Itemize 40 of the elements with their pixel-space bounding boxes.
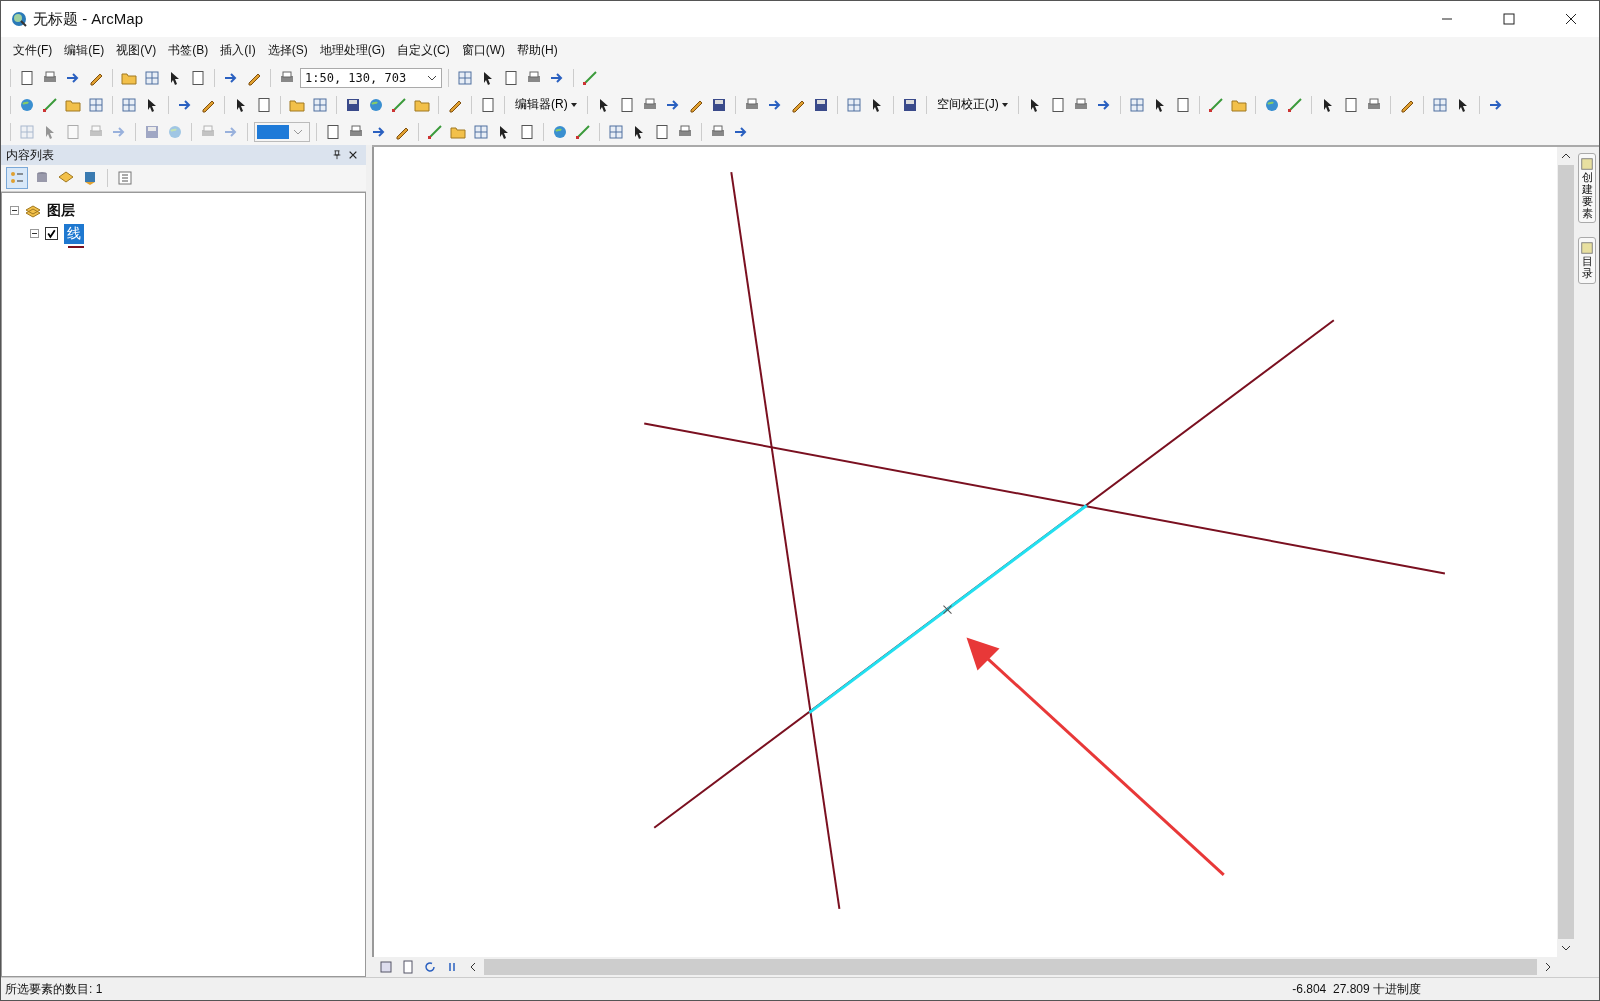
scrollbar-thumb[interactable] [1558,165,1574,939]
scrollbar-thumb[interactable] [484,959,1537,975]
scale-field[interactable]: 1:50, 130, 703 [300,67,442,88]
menu-item[interactable]: 窗口(W) [455,42,511,59]
tab-icon [1580,157,1594,171]
editor-menu[interactable]: 编辑器(R) [511,96,581,113]
collapse-icon[interactable] [30,229,39,238]
dropdown-caret-icon[interactable] [570,102,577,107]
list-icon[interactable] [6,167,28,189]
line-symbol-icon [68,245,84,249]
menu-item[interactable]: 选择(S) [261,42,314,59]
close-icon[interactable] [348,150,358,160]
globe-icon [11,11,27,27]
status-message: 所选要素的数目: 1 [5,980,103,998]
window-title: 无标题 - ArcMap [33,9,143,29]
cross-marker [943,605,952,615]
menu-item[interactable]: 插入(I) [214,42,262,59]
tab-icon [1580,241,1594,256]
layer-checkbox[interactable] [45,227,58,240]
panel-title: 内容列表 [6,146,54,164]
menu-item[interactable]: 文件(F) [7,42,59,59]
color-dropdown[interactable] [254,121,310,142]
layer-group-label[interactable]: 图层 [47,201,75,220]
menu-item[interactable]: 自定义(C) [391,42,456,59]
pin-icon[interactable] [332,150,342,160]
layer-label[interactable]: 线 [64,223,84,244]
menu-item[interactable]: 地理处理(G) [313,42,391,59]
menu-item[interactable]: 书签(B) [162,42,215,59]
coordinate-readout: -6.804 27.809 十进制度 [1292,980,1421,998]
dropdown-caret-icon[interactable] [427,74,437,81]
dropdown-caret-icon[interactable] [1001,102,1008,107]
close-icon[interactable] [1565,13,1577,25]
collapse-icon[interactable] [10,206,19,215]
menu-item[interactable]: 视图(V) [110,42,163,59]
menu-item[interactable]: 帮助(H) [511,42,564,59]
menu-item[interactable]: 编辑(E) [58,42,111,59]
side-tab[interactable]: 目录 [1578,237,1596,284]
spatial-adjustment-menu[interactable]: 空间校正(J) [932,96,1012,113]
side-tab[interactable]: 创建要素 [1578,153,1596,224]
maximize-icon[interactable] [1503,13,1515,25]
